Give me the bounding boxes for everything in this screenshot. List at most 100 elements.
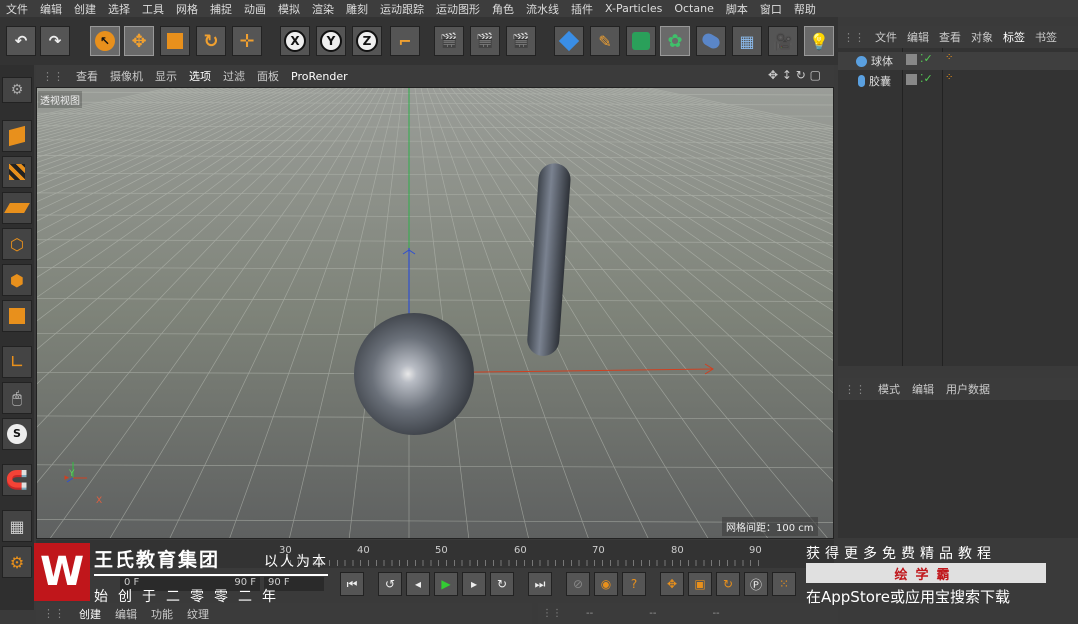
y-axis-lock-button[interactable]: Y bbox=[316, 26, 346, 56]
objects-menu-bookmarks[interactable]: 书签 bbox=[1030, 29, 1062, 45]
menu-help[interactable]: 帮助 bbox=[788, 1, 822, 17]
menu-plugins[interactable]: 插件 bbox=[565, 1, 599, 17]
visibility-check-icon[interactable]: ⁚✓ bbox=[920, 72, 933, 85]
move-tool-icon[interactable]: ✥ bbox=[124, 26, 154, 56]
object-name-sphere[interactable]: 球体 bbox=[871, 53, 893, 69]
viewport-menu-prorender[interactable]: ProRender bbox=[285, 70, 354, 83]
visibility-check-icon[interactable]: ⁚✓ bbox=[920, 52, 933, 65]
coordinate-system-icon[interactable]: ⌐ bbox=[390, 26, 420, 56]
go-to-end-icon[interactable]: ⏭ bbox=[528, 572, 552, 596]
transform-tool-icon[interactable]: ✛ bbox=[232, 26, 262, 56]
material-menu-texture[interactable]: 纹理 bbox=[180, 606, 216, 622]
next-key-icon[interactable]: ↻ bbox=[490, 572, 514, 596]
viewport-menu-filter[interactable]: 过滤 bbox=[217, 68, 251, 84]
model-mode-icon[interactable] bbox=[2, 120, 32, 152]
menu-file[interactable]: 文件 bbox=[0, 1, 34, 17]
tag-icon[interactable]: ⁘ bbox=[945, 52, 953, 63]
tag-icon[interactable]: ⁘ bbox=[945, 72, 953, 83]
key-pla-icon[interactable]: ⁙ bbox=[772, 572, 796, 596]
cube-object-icon[interactable] bbox=[554, 26, 584, 56]
layer-icon[interactable] bbox=[906, 74, 917, 85]
key-scale-icon[interactable]: ▣ bbox=[688, 572, 712, 596]
objects-menu-edit[interactable]: 编辑 bbox=[902, 29, 934, 45]
sphere-object[interactable] bbox=[354, 313, 474, 435]
tweak-mode-icon[interactable]: 🖱 bbox=[2, 382, 32, 414]
go-to-start-icon[interactable]: ⏮ bbox=[340, 572, 364, 596]
viewport-menu-options[interactable]: 选项 bbox=[183, 68, 217, 84]
make-editable-icon[interactable]: ⚙ bbox=[2, 77, 32, 103]
menu-script[interactable]: 脚本 bbox=[720, 1, 754, 17]
axis-mode-icon[interactable]: ∟ bbox=[2, 346, 32, 378]
menu-octane[interactable]: Octane bbox=[668, 2, 720, 15]
menu-character[interactable]: 角色 bbox=[486, 1, 520, 17]
menu-sculpt[interactable]: 雕刻 bbox=[340, 1, 374, 17]
menu-snap[interactable]: 捕捉 bbox=[204, 1, 238, 17]
material-menu-function[interactable]: 功能 bbox=[144, 606, 180, 622]
next-frame-icon[interactable]: ▸ bbox=[462, 572, 486, 596]
deformer-icon[interactable] bbox=[696, 26, 726, 56]
menu-simulate[interactable]: 模拟 bbox=[272, 1, 306, 17]
viewport-menu-panel[interactable]: 面板 bbox=[251, 68, 285, 84]
render-view-icon[interactable]: 🎬 bbox=[434, 26, 464, 56]
menu-xparticles[interactable]: X-Particles bbox=[599, 2, 668, 15]
scale-tool-icon[interactable] bbox=[160, 26, 190, 56]
object-row-capsule[interactable]: 胶囊 bbox=[856, 72, 891, 90]
objects-menu-tags[interactable]: 标签 bbox=[998, 29, 1030, 45]
menu-motion-tracking[interactable]: 运动跟踪 bbox=[374, 1, 430, 17]
edges-mode-icon[interactable]: ⬢ bbox=[2, 264, 32, 296]
menu-mesh[interactable]: 网格 bbox=[170, 1, 204, 17]
material-menu-edit[interactable]: 编辑 bbox=[108, 606, 144, 622]
record-keys-icon[interactable]: ⊘ bbox=[566, 572, 590, 596]
autokey-icon[interactable]: ◉ bbox=[594, 572, 618, 596]
select-tool-icon[interactable]: ↖ bbox=[90, 26, 120, 56]
pen-spline-icon[interactable]: ✎ bbox=[590, 26, 620, 56]
key-position-icon[interactable]: ✥ bbox=[660, 572, 684, 596]
solo-mode-icon[interactable]: S bbox=[2, 418, 32, 450]
key-rotation-icon[interactable]: ↻ bbox=[716, 572, 740, 596]
camera-icon[interactable]: 🎥 bbox=[768, 26, 798, 56]
menu-window[interactable]: 窗口 bbox=[754, 1, 788, 17]
menu-pipeline[interactable]: 流水线 bbox=[520, 1, 565, 17]
undo-icon[interactable]: ↶ bbox=[6, 26, 36, 56]
viewport-menu-cameras[interactable]: 摄像机 bbox=[104, 68, 149, 84]
previous-key-icon[interactable]: ↺ bbox=[378, 572, 402, 596]
key-parameter-icon[interactable]: Ⓟ bbox=[744, 572, 768, 596]
redo-icon[interactable]: ↷ bbox=[40, 26, 70, 56]
menu-tools[interactable]: 工具 bbox=[136, 1, 170, 17]
keyframe-selection-icon[interactable]: ? bbox=[622, 572, 646, 596]
material-menu-create[interactable]: 创建 bbox=[72, 606, 108, 622]
z-axis-lock-button[interactable]: Z bbox=[352, 26, 382, 56]
floor-scene-icon[interactable]: ▦ bbox=[732, 26, 762, 56]
menu-render[interactable]: 渲染 bbox=[306, 1, 340, 17]
menu-select[interactable]: 选择 bbox=[102, 1, 136, 17]
light-icon[interactable]: 💡 bbox=[804, 26, 834, 56]
snapping-icon[interactable]: 🧲 bbox=[2, 464, 32, 496]
subdivision-surface-icon[interactable] bbox=[626, 26, 656, 56]
points-mode-icon[interactable]: ⬡ bbox=[2, 228, 32, 260]
texture-mode-icon[interactable] bbox=[2, 156, 32, 188]
play-icon[interactable]: ▶ bbox=[434, 572, 458, 596]
perspective-viewport[interactable]: ▸ Y X bbox=[36, 87, 834, 539]
polygons-mode-icon[interactable] bbox=[2, 300, 32, 332]
render-settings-icon[interactable]: 🎬 bbox=[506, 26, 536, 56]
quantize-icon[interactable]: ⚙ bbox=[2, 546, 32, 578]
layer-icon[interactable] bbox=[906, 54, 917, 65]
objects-menu-file[interactable]: 文件 bbox=[870, 29, 902, 45]
render-picture-viewer-icon[interactable]: 🎬 bbox=[470, 26, 500, 56]
object-row-sphere[interactable]: 球体 bbox=[856, 52, 893, 70]
workplane-mode-icon[interactable] bbox=[2, 192, 32, 224]
menu-animate[interactable]: 动画 bbox=[238, 1, 272, 17]
previous-frame-icon[interactable]: ◂ bbox=[406, 572, 430, 596]
objects-menu-view[interactable]: 查看 bbox=[934, 29, 966, 45]
menu-create[interactable]: 创建 bbox=[68, 1, 102, 17]
viewport-menu-view[interactable]: 查看 bbox=[70, 68, 104, 84]
menu-mograph[interactable]: 运动图形 bbox=[430, 1, 486, 17]
workplane-lock-icon[interactable]: ▦ bbox=[2, 510, 32, 542]
viewport-menu-display[interactable]: 显示 bbox=[149, 68, 183, 84]
rotate-tool-icon[interactable]: ↻ bbox=[196, 26, 226, 56]
attributes-menu-edit[interactable]: 编辑 bbox=[906, 381, 940, 397]
cloner-icon[interactable]: ✿ bbox=[660, 26, 690, 56]
attributes-menu-userdata[interactable]: 用户数据 bbox=[940, 381, 996, 397]
viewport-nav-icons[interactable]: ✥ ↕ ↻ ▢ bbox=[768, 68, 821, 82]
attributes-menu-mode[interactable]: 模式 bbox=[872, 381, 906, 397]
